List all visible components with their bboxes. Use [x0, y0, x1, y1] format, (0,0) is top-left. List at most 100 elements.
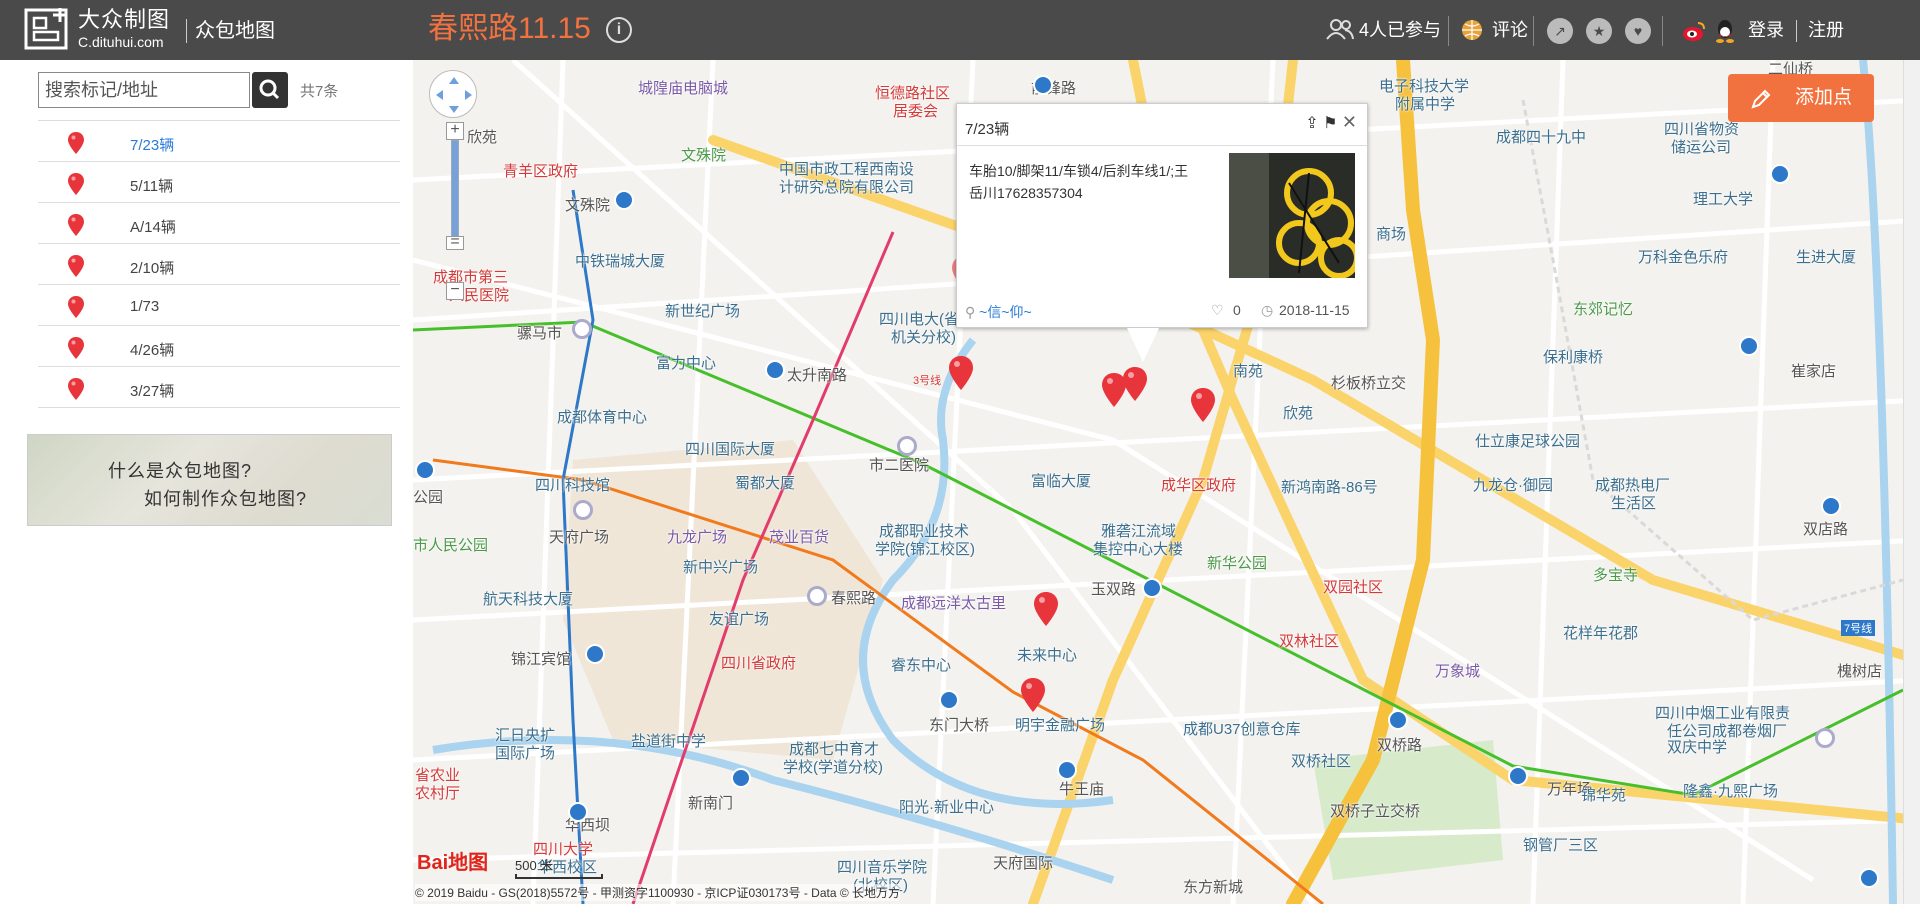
list-item-label: 2/10辆	[130, 260, 175, 277]
share-icon[interactable]: ⇪	[1305, 115, 1318, 132]
poi-label: 成都体育中心	[557, 409, 648, 426]
share-icon[interactable]: ↗	[1547, 18, 1573, 44]
poi-label: 新鸿南路-86号	[1281, 479, 1378, 496]
poi-label: 新南门	[688, 795, 734, 812]
map-canvas[interactable]: 城隍庙电脑城 恒德路社区 居委会 前锋路 电子科技大学 附属中学 二仙桥 欣苑 …	[413, 60, 1920, 904]
list-item[interactable]: 1/73	[38, 285, 400, 326]
popup-pointer	[1127, 328, 1159, 362]
pan-arrows-icon	[436, 77, 472, 113]
poi-label: 天府广场	[549, 529, 610, 546]
header-divider	[1448, 16, 1449, 46]
poi-label: 欣苑	[1283, 405, 1314, 422]
poi-label: 农村厅	[415, 785, 461, 802]
scale-bar	[515, 874, 603, 879]
list-item[interactable]: 7/23辆	[38, 121, 400, 162]
poi-label: 双庆中学	[1667, 739, 1728, 756]
site-logo-icon[interactable]	[24, 6, 72, 52]
poi-label: 理工大学	[1693, 191, 1754, 208]
map-marker-icon[interactable]	[1034, 592, 1058, 626]
info-icon[interactable]: i	[606, 17, 632, 43]
list-item[interactable]: A/14辆	[38, 203, 400, 244]
poi-label: 东郊记忆	[1573, 301, 1634, 318]
metro-station-icon	[1821, 496, 1841, 516]
metro-station-icon	[415, 460, 435, 480]
search-button[interactable]	[252, 72, 288, 108]
zoom-control[interactable]: + = −	[446, 122, 464, 302]
star-icon[interactable]: ★	[1586, 18, 1612, 44]
poi-label: 天府国际	[993, 855, 1054, 872]
help-banner[interactable]: 什么是众包地图? 如何制作众包地图?	[27, 434, 392, 526]
poi-label: 成华区政府	[1161, 477, 1237, 494]
poi-label: 仕立康足球公园	[1475, 433, 1581, 450]
list-item-label: 3/27辆	[130, 383, 175, 400]
metro-station-icon	[568, 802, 588, 822]
metro-station-icon	[731, 768, 751, 788]
map-marker-icon[interactable]	[1191, 388, 1215, 422]
author-link[interactable]: ~信~仰~	[979, 304, 1032, 320]
list-item[interactable]: 4/26辆	[38, 326, 400, 367]
poi-label: 隆鑫·九熙广场	[1683, 783, 1778, 800]
add-point-button[interactable]: 添加点	[1728, 74, 1874, 122]
like-count: 0	[1233, 302, 1241, 318]
poi-label: 中铁瑞城大厦	[575, 253, 666, 270]
participants-count[interactable]: 4人已参与	[1359, 18, 1441, 42]
header-divider	[1662, 16, 1663, 46]
login-link[interactable]: 登录	[1748, 18, 1784, 42]
help-how-to[interactable]: 如何制作众包地图?	[144, 485, 307, 511]
poi-label: 3号线	[913, 375, 942, 387]
poi-label: 明宇金融广场	[1015, 717, 1106, 734]
zoom-in-button[interactable]: +	[446, 122, 464, 140]
poi-label: 双桥子立交桥	[1330, 803, 1421, 820]
comment-globe-icon	[1462, 20, 1482, 40]
pan-control[interactable]	[429, 70, 477, 118]
list-item[interactable]: 2/10辆	[38, 244, 400, 285]
close-icon[interactable]: ✕	[1342, 112, 1357, 132]
poi-label: 航天科技大厦	[483, 591, 574, 608]
popup-photo[interactable]	[1229, 153, 1355, 278]
poi-label: 文殊院	[681, 147, 727, 164]
search-input[interactable]	[38, 72, 250, 108]
poi-label: 四川省政府	[721, 655, 797, 672]
map-marker-icon[interactable]	[1123, 367, 1147, 401]
metro-transfer-icon	[807, 586, 827, 606]
page-scrollbar[interactable]	[1903, 60, 1920, 904]
bicycles-photo-icon	[1229, 153, 1355, 278]
poi-label: 文殊院	[565, 197, 611, 214]
list-item[interactable]: 3/27辆	[38, 367, 400, 408]
marker-pin-icon	[68, 255, 84, 277]
metro-station-icon	[614, 190, 634, 210]
result-count: 共7条	[300, 83, 339, 100]
poi-label: 集控中心大楼	[1093, 541, 1184, 558]
help-what-is[interactable]: 什么是众包地图?	[108, 457, 252, 483]
marker-pin-icon	[68, 378, 84, 400]
map-marker-icon[interactable]	[1102, 373, 1126, 407]
poi-label: 睿东中心	[891, 657, 952, 674]
poi-label: 友谊广场	[709, 611, 770, 628]
popup-date: 2018-11-15	[1279, 302, 1350, 318]
poi-label: 崔家店	[1791, 363, 1837, 380]
comment-link[interactable]: 评论	[1492, 18, 1528, 42]
search-icon	[259, 79, 280, 100]
metro-station-icon	[1508, 766, 1528, 786]
poi-label: 双园社区	[1323, 579, 1384, 596]
qq-icon[interactable]	[1714, 19, 1736, 43]
list-item[interactable]: 5/11辆	[38, 162, 400, 203]
register-link[interactable]: 注册	[1808, 18, 1844, 42]
logo-text[interactable]: 大众制图 C.dituhui.com	[78, 6, 170, 50]
zoom-out-button[interactable]: −	[446, 282, 464, 300]
heart-icon[interactable]: ♥	[1625, 18, 1651, 44]
map-marker-icon[interactable]	[1021, 678, 1045, 712]
tag-icon[interactable]: ⚑	[1323, 115, 1337, 132]
app-name[interactable]: 众包地图	[186, 19, 275, 43]
metro-station-icon	[765, 360, 785, 380]
popup-title: 7/23辆	[965, 121, 1010, 138]
map-marker-icon[interactable]	[949, 356, 973, 390]
weibo-icon[interactable]	[1682, 20, 1706, 42]
baidu-logo[interactable]: Bai地图	[417, 846, 488, 875]
poi-label: 储运公司	[1671, 139, 1732, 156]
marker-pin-icon	[68, 296, 84, 318]
like-heart-icon[interactable]: ♡	[1211, 302, 1224, 319]
zoom-handle[interactable]: =	[446, 234, 464, 250]
pencil-icon	[1751, 89, 1771, 109]
poi-label: 机关分校)	[891, 329, 956, 346]
